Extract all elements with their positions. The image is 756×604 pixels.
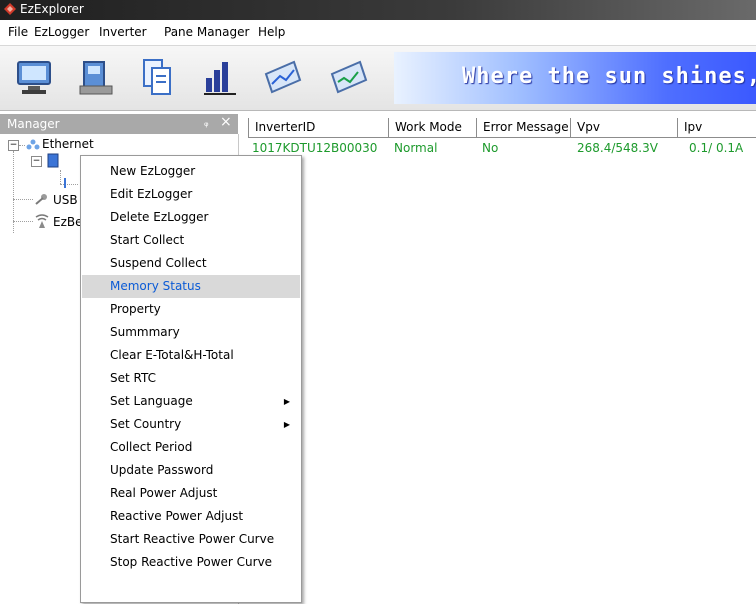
menu-item-label: Summmary: [110, 325, 180, 339]
menu-item-delete-ezlogger[interactable]: Delete EzLogger: [82, 206, 300, 229]
menu-bar: File EzLogger Inverter Pane Manager Help: [0, 20, 756, 46]
menu-item-label: Update Password: [110, 463, 214, 477]
menu-item-label: Clear E-Total&H-Total: [110, 348, 234, 362]
toolbar-button-logger[interactable]: [74, 52, 118, 104]
menu-ezlogger[interactable]: EzLogger: [34, 25, 89, 39]
logger-node-icon: [47, 153, 59, 168]
grid-header: InverterID Work Mode Error Message Vpv I…: [241, 118, 756, 138]
cell-vpv: 268.4/548.3V: [577, 141, 658, 155]
menu-item-new-ezlogger[interactable]: New EzLogger: [82, 160, 300, 183]
bar-chart-icon: [204, 62, 236, 95]
tree-item-ethernet[interactable]: Ethernet: [42, 137, 94, 151]
network-icon: [26, 139, 40, 150]
menu-item-edit-ezlogger[interactable]: Edit EzLogger: [82, 183, 300, 206]
close-icon[interactable]: ×: [220, 114, 232, 130]
menu-item-label: Reactive Power Adjust: [110, 509, 244, 523]
toolbar-button-monitor[interactable]: [12, 52, 56, 104]
menu-item-label: Start Reactive Power Curve: [110, 532, 275, 546]
column-header-ipv[interactable]: Ipv: [677, 118, 756, 138]
cell-ipv: 0.1/ 0.1A: [689, 141, 744, 155]
menu-item-label: Edit EzLogger: [110, 187, 193, 201]
documents-icon: [143, 59, 171, 95]
menu-item-label: Suspend Collect: [110, 256, 207, 270]
menu-item-suspend-collect[interactable]: Suspend Collect: [82, 252, 300, 275]
tree-item-usb[interactable]: USB: [53, 193, 78, 207]
column-header-error-message[interactable]: Error Message: [476, 118, 573, 138]
banner-slogan: Where the sun shines,: [462, 64, 756, 89]
menu-item-label: Set RTC: [110, 371, 156, 385]
app-logo-icon: [4, 3, 16, 15]
menu-item-memory-status[interactable]: Memory Status: [82, 275, 300, 298]
menu-item-label: Stop Reactive Power Curve: [110, 555, 273, 569]
column-header-inverter-id[interactable]: InverterID: [248, 118, 394, 138]
tablet-graph-icon: [330, 60, 368, 94]
tree-connector: [19, 145, 25, 146]
menu-item-set-rtc[interactable]: Set RTC: [82, 367, 300, 390]
menu-item-label: Collect Period: [110, 440, 193, 454]
column-header-work-mode[interactable]: Work Mode: [388, 118, 478, 138]
menu-item-label: Property: [110, 302, 161, 316]
manager-pane-title: Manager: [7, 117, 60, 131]
menu-item-clear-totals[interactable]: Clear E-Total&H-Total: [82, 344, 300, 367]
menu-help[interactable]: Help: [258, 25, 285, 39]
toolbar-button-tablet-graph[interactable]: [326, 52, 370, 104]
cell-error-message: No: [482, 141, 499, 155]
menu-item-update-password[interactable]: Update Password: [82, 459, 300, 482]
table-row[interactable]: 1017KDTU12B00030 Normal No 268.4/548.3V …: [241, 139, 756, 158]
menu-item-start-reactive-power-curve[interactable]: Start Reactive Power Curve: [82, 528, 300, 551]
cell-work-mode: Normal: [394, 141, 438, 155]
menu-item-stop-reactive-power-curve[interactable]: Stop Reactive Power Curve: [82, 551, 300, 574]
toolbar-button-tablet-chart[interactable]: [260, 52, 304, 104]
column-header-vpv[interactable]: Vpv: [570, 118, 677, 138]
tree-collapse-icon[interactable]: −: [8, 140, 19, 151]
menu-item-property[interactable]: Property: [82, 298, 300, 321]
toolbar-button-documents[interactable]: [136, 52, 180, 104]
wireless-icon: [35, 214, 49, 228]
tree-connector: [13, 199, 33, 200]
title-bar: [0, 0, 756, 20]
monitor-icon: [17, 61, 51, 94]
usb-icon: [35, 194, 47, 205]
tree-connector: [13, 221, 33, 222]
menu-item-summary[interactable]: Summmary: [82, 321, 300, 344]
inverter-grid: [241, 114, 756, 604]
tree-collapse-icon[interactable]: −: [31, 156, 42, 167]
tree-item-ezbe[interactable]: EzBe: [53, 215, 83, 229]
cell-inverter-id: 1017KDTU12B00030: [252, 141, 378, 155]
menu-item-label: Start Collect: [110, 233, 185, 247]
inverter-node-icon: [64, 178, 66, 188]
menu-item-set-country[interactable]: Set Country ▶: [82, 413, 300, 436]
submenu-arrow-icon: ▶: [283, 397, 290, 406]
menu-item-reactive-power-adjust[interactable]: Reactive Power Adjust: [82, 505, 300, 528]
menu-item-label: Delete EzLogger: [110, 210, 209, 224]
menu-item-set-language[interactable]: Set Language ▶: [82, 390, 300, 413]
logger-device-icon: [79, 61, 113, 95]
menu-item-label: Real Power Adjust: [110, 486, 218, 500]
window-title: EzExplorer: [20, 2, 84, 16]
tree-connector: [60, 184, 78, 185]
tree-connector: [60, 170, 61, 184]
toolbar-button-chart[interactable]: [198, 52, 242, 104]
menu-item-start-collect[interactable]: Start Collect: [82, 229, 300, 252]
pin-icon[interactable]: ᵩ: [204, 116, 209, 129]
menu-item-label: Set Language: [110, 394, 193, 408]
menu-item-label: Set Country: [110, 417, 182, 431]
menu-item-collect-period[interactable]: Collect Period: [82, 436, 300, 459]
tablet-chart-icon: [264, 60, 302, 94]
submenu-arrow-icon: ▶: [283, 420, 290, 429]
menu-item-label: Memory Status: [110, 279, 201, 293]
context-menu: New EzLogger Edit EzLogger Delete EzLogg…: [80, 155, 302, 603]
menu-file[interactable]: File: [8, 25, 28, 39]
menu-pane-manager[interactable]: Pane Manager: [164, 25, 249, 39]
menu-item-real-power-adjust[interactable]: Real Power Adjust: [82, 482, 300, 505]
menu-item-label: New EzLogger: [110, 164, 196, 178]
menu-inverter[interactable]: Inverter: [99, 25, 147, 39]
